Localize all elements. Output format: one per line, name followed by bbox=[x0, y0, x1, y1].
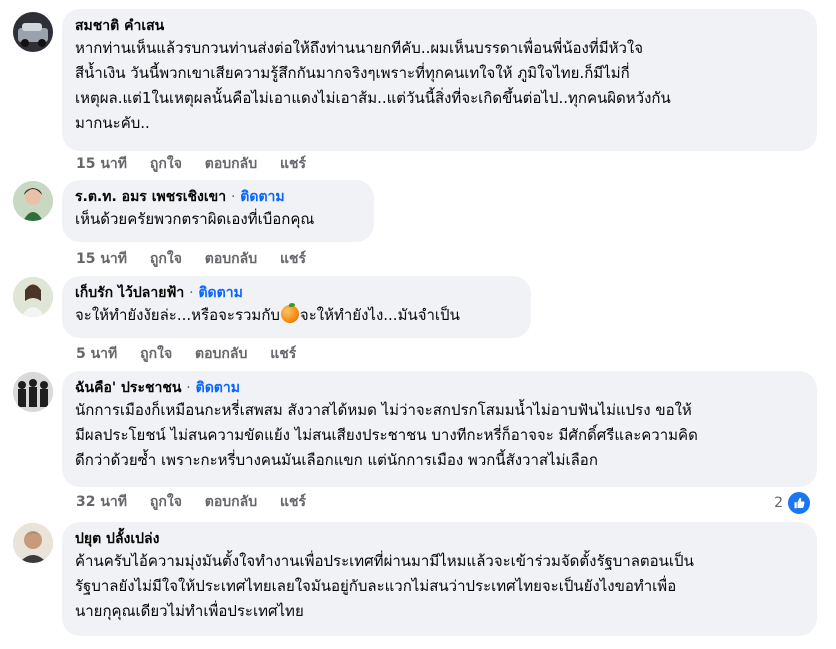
comment-author[interactable]: สมชาติ คำเสน bbox=[75, 18, 164, 34]
separator-dot: · bbox=[230, 189, 236, 205]
comment-text: รัฐบาลยังไม่มีใจให้ประเทศไทยเลยใจมันอยู่… bbox=[75, 577, 677, 595]
reply-button[interactable]: ตอบกลับ bbox=[205, 494, 257, 510]
reaction-summary[interactable]: 2 bbox=[774, 490, 812, 516]
comment-text-part: จะให้ทำยังไง...มันจำเป็น bbox=[299, 306, 460, 324]
timestamp[interactable]: 15 นาที bbox=[76, 251, 127, 267]
comment-author[interactable]: ปยุต ปลั้งเปล่ง bbox=[75, 531, 159, 547]
comment-text: สีน้ำเงิน วันนี้พวกเขาเสียความรู้สึกกันม… bbox=[75, 64, 630, 82]
like-button[interactable]: ถูกใจ bbox=[150, 156, 182, 172]
separator-dot: · bbox=[186, 380, 191, 396]
comment-text: หากท่านเห็นแล้วรบกวนท่านส่งต่อให้ถึงท่าน… bbox=[75, 39, 644, 57]
follow-button[interactable]: ติดตาม bbox=[240, 189, 284, 205]
comment-bubble: สมชาติ คำเสน หากท่านเห็นแล้วรบกวนท่านส่ง… bbox=[62, 9, 817, 151]
top-edge bbox=[0, 0, 836, 2]
comment-bubble: ปยุต ปลั้งเปล่ง ค้านครับไอ้ความมุ่งมันตั… bbox=[62, 522, 817, 636]
comment-text: มีผลประโยชน์ ไม่สนความขัดแย้ง ไม่สนเสียง… bbox=[75, 426, 698, 444]
share-button[interactable]: แชร์ bbox=[280, 251, 306, 267]
reply-button[interactable]: ตอบกลับ bbox=[195, 346, 247, 362]
avatar[interactable] bbox=[13, 181, 53, 221]
comment-text: นักการเมืองก็เหมือนกะหรี่เสพสม สังวาสได้… bbox=[75, 401, 692, 419]
reply-button[interactable]: ตอบกลับ bbox=[205, 251, 257, 267]
comment-bubble: ร.ต.ท. อมร เพชรเชิงเขา · ติดตาม เห็นด้วย… bbox=[62, 180, 374, 242]
comment-actions: 15 นาที ถูกใจ ตอบกลับ แชร์ bbox=[76, 155, 324, 173]
comment-text: เหตุผล.แต่1ในเหตุผลนั้นคือไม่เอาแดงไม่เอ… bbox=[75, 89, 671, 107]
comment-author[interactable]: ฉันคือ' ประชาชน bbox=[75, 380, 181, 396]
comment-bubble: ฉันคือ' ประชาชน · ติดตาม นักการเมืองก็เห… bbox=[62, 371, 817, 487]
share-button[interactable]: แชร์ bbox=[280, 156, 306, 172]
comment-text: จะให้ทำยังงัยล่ะ...หรือจะรวมกับ จะให้ทำยั… bbox=[75, 303, 517, 328]
separator-dot: · bbox=[189, 285, 194, 301]
timestamp[interactable]: 32 นาที bbox=[76, 494, 127, 510]
like-button[interactable]: ถูกใจ bbox=[150, 251, 182, 267]
comment-text: นายกุคุณเดียวไม่ทำเพื่อประเทศไทย bbox=[75, 602, 304, 620]
comment-actions: 5 นาที ถูกใจ ตอบกลับ แชร์ bbox=[76, 345, 314, 363]
like-button[interactable]: ถูกใจ bbox=[150, 494, 182, 510]
like-button[interactable]: ถูกใจ bbox=[140, 346, 172, 362]
avatar[interactable] bbox=[13, 277, 53, 317]
share-button[interactable]: แชร์ bbox=[270, 346, 296, 362]
comment-bubble: เก็บรัก ไว้ปลายฟ้า · ติดตาม จะให้ทำยังงั… bbox=[62, 276, 531, 338]
comment-text: ดีกว่าด้วยซ้ำ เพราะกะหรี่บางคนมันเลือกแข… bbox=[75, 451, 598, 469]
comment-text-part: จะให้ทำยังงัยล่ะ...หรือจะรวมกับ bbox=[75, 306, 280, 324]
comment-text: เห็นด้วยครัยพวกตราผิดเองที่เบือกคุณ bbox=[75, 210, 315, 228]
timestamp[interactable]: 15 นาที bbox=[76, 156, 127, 172]
share-button[interactable]: แชร์ bbox=[280, 494, 306, 510]
comment-actions: 15 นาที ถูกใจ ตอบกลับ แชร์ bbox=[76, 250, 324, 268]
follow-button[interactable]: ติดตาม bbox=[198, 285, 242, 301]
orange-emoji-icon bbox=[280, 303, 299, 323]
comment-text: ค้านครับไอ้ความมุ่งมันตั้งใจทำงานเพื่อปร… bbox=[75, 552, 694, 570]
like-icon bbox=[786, 490, 812, 516]
comment-actions: 32 นาที ถูกใจ ตอบกลับ แชร์ bbox=[76, 493, 324, 511]
avatar[interactable] bbox=[13, 523, 53, 563]
avatar[interactable] bbox=[13, 372, 53, 412]
reply-button[interactable]: ตอบกลับ bbox=[205, 156, 257, 172]
comment-author[interactable]: ร.ต.ท. อมร เพชรเชิงเขา bbox=[75, 189, 226, 205]
comment-author[interactable]: เก็บรัก ไว้ปลายฟ้า bbox=[75, 285, 184, 301]
follow-button[interactable]: ติดตาม bbox=[196, 380, 240, 396]
comment-text: มากนะคับ.. bbox=[75, 114, 150, 132]
reaction-count: 2 bbox=[774, 495, 783, 511]
timestamp[interactable]: 5 นาที bbox=[76, 346, 117, 362]
avatar[interactable] bbox=[13, 12, 53, 52]
